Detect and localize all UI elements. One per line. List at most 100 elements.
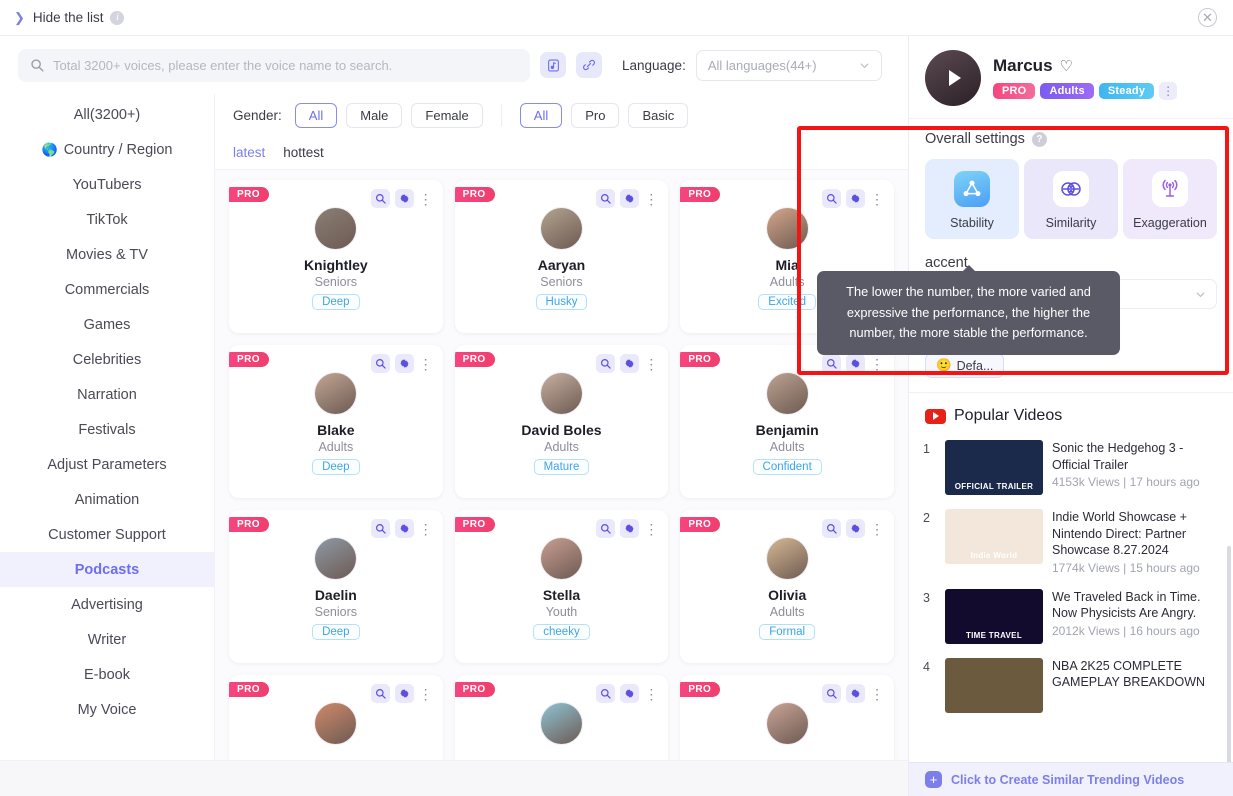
setting-card-stability[interactable]: Stability (925, 159, 1019, 239)
video-thumbnail[interactable]: TIME TRAVEL (945, 588, 1043, 644)
gear-icon[interactable] (620, 684, 640, 703)
gear-icon[interactable] (620, 354, 640, 373)
avatar[interactable] (925, 50, 981, 106)
preview-search-icon[interactable] (370, 189, 390, 208)
sidebar-item-9[interactable]: Festivals (0, 412, 214, 447)
card-more-options-icon[interactable]: ⋮ (419, 357, 433, 371)
sort-hottest[interactable]: hottest (283, 145, 324, 160)
setting-label-stability: Stability (950, 216, 994, 230)
tier-filter-basic[interactable]: Basic (628, 102, 689, 128)
sidebar-item-17[interactable]: My Voice (0, 692, 214, 727)
card-more-options-icon[interactable]: ⋮ (644, 522, 658, 536)
sidebar-item-7[interactable]: Celebrities (0, 342, 214, 377)
voice-card[interactable]: PRO ⋮ Aaryan Seniors Husky (454, 180, 669, 333)
sidebar-item-11[interactable]: Animation (0, 482, 214, 517)
card-more-options-icon[interactable]: ⋮ (419, 192, 433, 206)
video-list-item[interactable]: 3 TIME TRAVEL We Traveled Back in Time. No… (909, 582, 1233, 651)
gender-filter-all[interactable]: All (294, 102, 338, 128)
preview-search-icon[interactable] (596, 684, 616, 703)
setting-card-exaggeration[interactable]: Exaggeration (1123, 159, 1217, 239)
sidebar-item-podcasts[interactable]: Podcasts (0, 552, 214, 587)
voice-card[interactable]: PRO ⋮ Blake Adults Deep (229, 345, 443, 498)
sort-latest[interactable]: latest (233, 145, 265, 160)
gear-icon[interactable] (846, 189, 865, 208)
sidebar-item-3[interactable]: TikTok (0, 202, 214, 237)
sidebar-item-12[interactable]: Customer Support (0, 517, 214, 552)
sidebar-item-1[interactable]: 🌎 Country / Region (0, 132, 214, 167)
preview-search-icon[interactable] (596, 189, 616, 208)
voice-card[interactable]: PRO ⋮ Benjamin Adults Confident (680, 345, 894, 498)
card-more-options-icon[interactable]: ⋮ (644, 687, 658, 701)
tier-filter-all[interactable]: All (519, 102, 563, 128)
gear-icon[interactable] (394, 354, 414, 373)
card-more-options-icon[interactable]: ⋮ (419, 687, 433, 701)
sidebar-item-5[interactable]: Commercials (0, 272, 214, 307)
card-more-options-icon[interactable]: ⋮ (870, 687, 884, 701)
preview-search-icon[interactable] (596, 519, 616, 538)
music-note-icon[interactable] (540, 52, 566, 78)
preview-search-icon[interactable] (370, 519, 390, 538)
gear-icon[interactable] (620, 519, 640, 538)
sidebar-item-4[interactable]: Movies & TV (0, 237, 214, 272)
sidebar-item-15[interactable]: Writer (0, 622, 214, 657)
gear-icon[interactable] (620, 189, 640, 208)
video-thumbnail[interactable]: Indie World (945, 509, 1043, 564)
heart-outline-icon[interactable]: ♡ (1060, 57, 1073, 75)
tier-filter-pro[interactable]: Pro (571, 102, 620, 128)
setting-card-similarity[interactable]: Similarity (1024, 159, 1118, 239)
more-options-icon[interactable]: ⋮ (1159, 82, 1178, 100)
pro-badge: PRO (229, 682, 269, 697)
library-split: All(3200+) 🌎 Country / Region YouTubers … (0, 94, 908, 796)
card-more-options-icon[interactable]: ⋮ (644, 192, 658, 206)
gender-filter-female[interactable]: Female (411, 102, 483, 128)
right-panel-scrollbar[interactable] (1227, 546, 1231, 796)
emotion-chip-default[interactable]: 🙂 Defa... (925, 353, 1005, 378)
gear-icon[interactable] (394, 189, 414, 208)
sidebar-item-0[interactable]: All(3200+) (0, 97, 214, 132)
voice-card[interactable]: PRO ⋮ Daelin Seniors Deep (229, 510, 443, 663)
gear-icon[interactable] (846, 519, 865, 538)
sidebar-item-8[interactable]: Narration (0, 377, 214, 412)
video-index: 2 (923, 511, 930, 525)
sidebar-item-10[interactable]: Adjust Parameters (0, 447, 214, 482)
sidebar-item-16[interactable]: E-book (0, 657, 214, 692)
preview-search-icon[interactable] (822, 189, 841, 208)
preview-search-icon[interactable] (596, 354, 616, 373)
sidebar-item-6[interactable]: Games (0, 307, 214, 342)
hide-list-label[interactable]: Hide the list (33, 10, 104, 25)
create-similar-videos-button[interactable]: + Click to Create Similar Trending Video… (909, 762, 1233, 796)
expand-chevron-icon[interactable]: ❯ (14, 11, 25, 24)
language-select[interactable]: All languages(44+) (695, 49, 882, 81)
preview-search-icon[interactable] (822, 684, 841, 703)
link-icon[interactable] (576, 52, 602, 78)
video-thumbnail[interactable] (945, 657, 1043, 713)
gear-icon[interactable] (846, 684, 865, 703)
video-list-item[interactable]: 2 Indie World Indie World Showcase + Ninte… (909, 502, 1233, 582)
sidebar-item-2[interactable]: YouTubers (0, 167, 214, 202)
voice-card[interactable]: PRO ⋮ Olivia Adults Formal (680, 510, 894, 663)
preview-search-icon[interactable] (822, 354, 841, 373)
card-more-options-icon[interactable]: ⋮ (419, 522, 433, 536)
voice-card[interactable]: PRO ⋮ David Boles Adults Mature (454, 345, 669, 498)
sidebar-item-14[interactable]: Advertising (0, 587, 214, 622)
preview-search-icon[interactable] (370, 354, 390, 373)
preview-search-icon[interactable] (370, 684, 390, 703)
card-more-options-icon[interactable]: ⋮ (644, 357, 658, 371)
video-list-item[interactable]: 1 OFFICIAL TRAILER Sonic the Hedgehog 3 - … (909, 433, 1233, 502)
card-more-options-icon[interactable]: ⋮ (870, 357, 884, 371)
gender-filter-male[interactable]: Male (346, 102, 403, 128)
preview-search-icon[interactable] (822, 519, 841, 538)
question-mark-icon[interactable]: ? (1031, 131, 1047, 147)
video-thumbnail[interactable]: OFFICIAL TRAILER (945, 440, 1043, 495)
video-list-item[interactable]: 4 NBA 2K25 COMPLETE GAMEPLAY BREAKDOWN (909, 651, 1233, 720)
voice-card[interactable]: PRO ⋮ Stella Youth cheeky (454, 510, 669, 663)
gear-icon[interactable] (394, 684, 414, 703)
card-more-options-icon[interactable]: ⋮ (870, 522, 884, 536)
voice-card[interactable]: PRO ⋮ Knightley Seniors Deep (229, 180, 443, 333)
search-input[interactable]: Total 3200+ voices, please enter the voi… (18, 48, 530, 82)
gear-icon[interactable] (394, 519, 414, 538)
card-more-options-icon[interactable]: ⋮ (870, 192, 884, 206)
gear-icon[interactable] (846, 354, 865, 373)
info-icon[interactable]: i (110, 10, 125, 25)
close-icon[interactable]: ✕ (1198, 8, 1217, 27)
